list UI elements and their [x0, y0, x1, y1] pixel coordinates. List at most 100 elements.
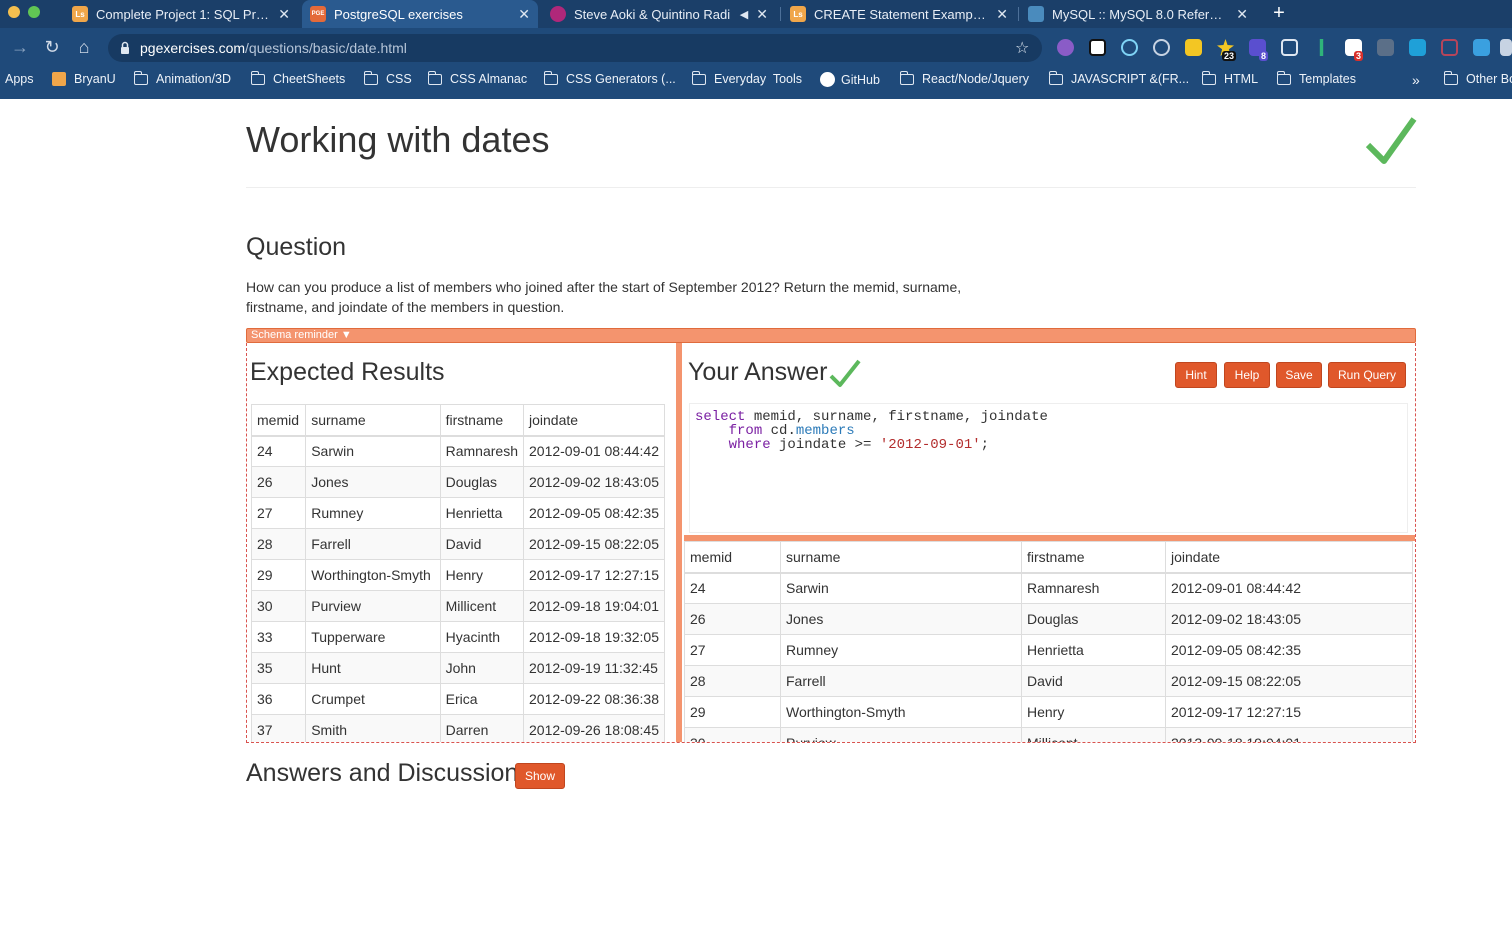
bookmark-folder-javascript[interactable]: JAVASCRIPT &(FR...: [1048, 70, 1189, 86]
close-icon[interactable]: ✕: [278, 6, 290, 23]
url-path: /questions/basic/date.html: [245, 40, 407, 56]
save-button[interactable]: Save: [1276, 362, 1322, 388]
table-row: 24 Sarwin Ramnaresh 2012-09-01 08:44:42: [684, 572, 1413, 604]
table-cell: 2012-09-01 08:44:42: [523, 435, 665, 467]
tab-favicon-icon: Ls: [72, 6, 88, 22]
url-host: pgexercises.com: [140, 40, 246, 56]
bookmark-label: React/Node/Jquery: [922, 72, 1030, 86]
windows-extension-icon[interactable]: [1281, 39, 1298, 56]
bookmark-label: HTML: [1224, 72, 1259, 86]
table-cell: Ramnaresh: [439, 435, 525, 467]
bookmark-apps[interactable]: Apps: [5, 72, 34, 86]
tab-title: MySQL :: MySQL 8.0 Referenc: [1052, 6, 1229, 22]
table-row: 28 Farrell David 2012-09-15 08:22:05: [684, 665, 1413, 697]
tab-postgresql-exercises[interactable]: PGE PostgreSQL exercises ✕: [302, 0, 538, 28]
table-cell: Millicent: [439, 590, 525, 622]
sql-editor[interactable]: select memid, surname, firstname, joinda…: [689, 403, 1408, 533]
tab-separator: [1018, 7, 1019, 21]
notes-extension-icon[interactable]: [1185, 39, 1202, 56]
extension-icon[interactable]: [1500, 39, 1512, 56]
close-icon[interactable]: ✕: [996, 6, 1008, 23]
close-icon[interactable]: ✕: [756, 6, 768, 23]
extension-badge: 8: [1259, 51, 1269, 61]
bookmarks-overflow-icon[interactable]: »: [1412, 72, 1420, 88]
question-text: How can you produce a list of members wh…: [246, 279, 962, 315]
table-cell: David: [439, 528, 525, 560]
bookmark-bryanu[interactable]: BryanU: [52, 72, 116, 86]
table-cell: Jones: [305, 466, 441, 498]
tab-favicon-icon: PGE: [310, 6, 326, 22]
show-discussion-button[interactable]: Show: [515, 763, 565, 789]
tab-sql-practice[interactable]: Ls Complete Project 1: SQL Practi ✕: [64, 0, 298, 28]
bookmark-folder-css-generators[interactable]: CSS Generators (...: [543, 70, 676, 86]
url-text[interactable]: pgexercises.com/questions/basic/date.htm…: [140, 40, 407, 56]
bookmark-label: BryanU: [74, 72, 116, 86]
capture-extension-icon[interactable]: [1441, 39, 1458, 56]
bookmark-folder-everyday-tools[interactable]: Everyday Tools: [691, 70, 802, 86]
new-tab-button[interactable]: +: [1268, 2, 1290, 24]
code-line: from cd.members: [695, 424, 1402, 438]
table-cell: 2012-09-02 18:43:05: [1165, 603, 1413, 635]
table-cell: Hunt: [305, 652, 441, 684]
table-cell: 36: [250, 683, 307, 715]
bookmark-folder-css-almanac[interactable]: CSS Almanac: [427, 70, 527, 86]
table-cell: 2012-09-02 18:43:05: [523, 466, 665, 498]
table-cell: Worthington-Smyth: [780, 696, 1022, 728]
help-button[interactable]: Help: [1224, 362, 1270, 388]
table-cell: Henrietta: [1021, 634, 1166, 666]
todo-extension-icon[interactable]: [1089, 39, 1106, 56]
back-arrow-icon[interactable]: →: [10, 37, 30, 57]
table-header-row: memid surname firstname joindate: [684, 541, 1413, 574]
column-header: memid: [684, 541, 781, 574]
expected-results-pane: Expected Results memid surname firstname…: [247, 343, 675, 742]
table-row: 24 Sarwin Ramnaresh 2012-09-01 08:44:42: [250, 435, 665, 467]
table-cell: Sarwin: [305, 435, 441, 467]
column-header: surname: [305, 404, 441, 437]
run-query-button[interactable]: Run Query: [1328, 362, 1406, 388]
speaker-icon[interactable]: ◀︎: [740, 8, 748, 21]
table-cell: Millicent: [1021, 727, 1166, 742]
table-cell: John: [439, 652, 525, 684]
table-cell: 2012-09-26 18:08:45: [523, 714, 665, 742]
bookmark-folder-react[interactable]: React/Node/Jquery: [899, 70, 1030, 86]
tab-steve-aoki[interactable]: Steve Aoki & Quintino Radi ◀︎ ✕: [542, 0, 776, 28]
table-cell: 2012-09-22 08:36:38: [523, 683, 665, 715]
tab-separator: [780, 7, 781, 21]
arrow-extension-icon[interactable]: [1319, 39, 1324, 56]
expected-results-heading: Expected Results: [250, 358, 445, 386]
window-minimize-button[interactable]: [8, 6, 20, 18]
extension-icon[interactable]: [1057, 39, 1074, 56]
bookmark-folder-html[interactable]: HTML: [1201, 70, 1259, 86]
close-icon[interactable]: ✕: [518, 6, 530, 23]
window-zoom-button[interactable]: [28, 6, 40, 18]
bookmark-folder-animation[interactable]: Animation/3D: [133, 70, 231, 86]
css-extension-icon[interactable]: [1473, 39, 1490, 56]
bookmark-folder-other[interactable]: Other Bo: [1443, 70, 1512, 86]
bookmark-folder-css[interactable]: CSS: [363, 70, 412, 86]
home-icon[interactable]: ⌂: [74, 37, 94, 57]
hint-button[interactable]: Hint: [1175, 362, 1217, 388]
tab-create-statement[interactable]: Ls CREATE Statement Examples: F ✕: [782, 0, 1016, 28]
react-devtools-icon[interactable]: [1121, 39, 1138, 56]
bookmark-folder-cheetsheets[interactable]: CheetSheets: [250, 70, 345, 86]
reload-icon[interactable]: ↻: [42, 37, 62, 57]
discussion-heading: Answers and Discussion: [246, 759, 519, 787]
tab-mysql-reference[interactable]: MySQL :: MySQL 8.0 Referenc ✕: [1020, 0, 1256, 28]
table-row: 26 Jones Douglas 2012-09-02 18:43:05: [684, 603, 1413, 635]
cloud-extension-icon[interactable]: [1377, 39, 1394, 56]
table-cell: 30: [250, 590, 307, 622]
schema-reminder-toggle[interactable]: Schema reminder ▼: [246, 328, 1416, 343]
bookmark-star-icon[interactable]: ☆: [1015, 38, 1029, 58]
notion-extension-icon[interactable]: [1409, 39, 1426, 56]
bookmark-github[interactable]: GitHub: [820, 72, 880, 87]
table-cell: 2012-09-18 19:04:01: [523, 590, 665, 622]
target-extension-icon[interactable]: [1153, 39, 1170, 56]
table-cell: 2012-09-15 08:22:05: [523, 528, 665, 560]
table-cell: 2012-09-18 19:04:01: [1165, 727, 1413, 742]
bookmark-folder-templates[interactable]: Templates: [1276, 70, 1356, 86]
table-cell: Worthington-Smyth: [305, 559, 441, 591]
pane-resize-handle[interactable]: [676, 343, 682, 742]
table-cell: Erica: [439, 683, 525, 715]
column-header: firstname: [439, 404, 525, 437]
close-icon[interactable]: ✕: [1236, 6, 1248, 23]
